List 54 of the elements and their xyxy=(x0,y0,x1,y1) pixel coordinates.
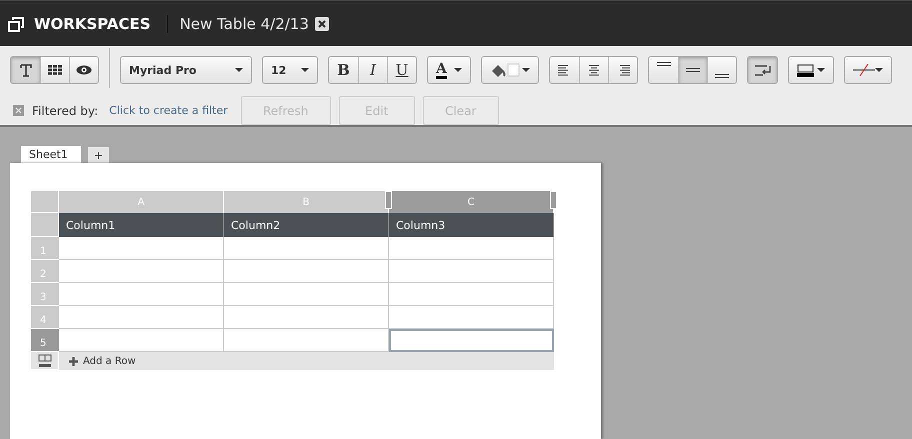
table-cell[interactable] xyxy=(224,283,389,306)
table-cell[interactable] xyxy=(224,260,389,283)
paint-bucket-icon xyxy=(490,62,520,78)
workspaces-title[interactable]: WORKSPACES xyxy=(34,14,168,32)
add-sheet-tab[interactable]: + xyxy=(88,147,110,163)
column-name-header[interactable]: Column3 xyxy=(389,213,554,237)
workspaces-icon[interactable] xyxy=(8,16,26,32)
sheet-tab[interactable]: Sheet1 xyxy=(21,146,81,163)
table-cell[interactable] xyxy=(59,237,224,260)
table-cell[interactable] xyxy=(59,283,224,306)
add-row-button[interactable]: Add a Row xyxy=(59,352,554,370)
text-color-dropdown[interactable]: A xyxy=(427,56,471,84)
table-cell[interactable] xyxy=(389,260,554,283)
text-mode-button[interactable] xyxy=(11,57,40,83)
no-border-dropdown[interactable] xyxy=(844,56,892,84)
font-size-dropdown[interactable]: 12 xyxy=(262,56,318,84)
grid-icon xyxy=(48,65,62,75)
table-cell[interactable] xyxy=(59,306,224,329)
table-cell[interactable] xyxy=(389,306,554,329)
insert-column-marker[interactable] xyxy=(385,191,392,209)
eye-icon xyxy=(76,65,92,75)
add-row-table-icon[interactable] xyxy=(38,354,52,368)
plus-icon xyxy=(69,356,78,366)
font-dropdown[interactable]: Myriad Pro xyxy=(120,56,252,84)
underline-button[interactable]: U xyxy=(387,57,416,83)
italic-button[interactable]: I xyxy=(358,57,387,83)
align-bottom-icon xyxy=(715,74,729,78)
border-icon xyxy=(797,64,814,76)
table-cell[interactable] xyxy=(389,283,554,306)
text-icon xyxy=(20,64,32,76)
table-cell[interactable] xyxy=(389,329,554,352)
table-cell[interactable] xyxy=(389,237,554,260)
align-top-icon xyxy=(656,62,670,66)
bold-button[interactable]: B xyxy=(329,57,358,83)
corner-header xyxy=(31,191,59,213)
align-center-icon xyxy=(587,64,601,76)
border-dropdown[interactable] xyxy=(788,56,834,84)
create-filter-link[interactable]: Click to create a filter xyxy=(109,104,228,117)
valign-middle-button[interactable] xyxy=(678,57,707,83)
strikethrough-line-icon xyxy=(853,64,875,76)
filter-label: Filtered by: xyxy=(32,104,98,118)
table-cell[interactable] xyxy=(224,237,389,260)
column-name-header[interactable]: Column1 xyxy=(59,213,224,237)
table-cell[interactable] xyxy=(59,260,224,283)
fill-color-dropdown[interactable] xyxy=(481,56,539,84)
corner-header xyxy=(31,213,59,237)
insert-column-marker[interactable] xyxy=(550,191,557,209)
close-icon[interactable] xyxy=(314,16,329,30)
table-cell[interactable] xyxy=(224,306,389,329)
align-middle-icon xyxy=(686,68,700,72)
clear-filter-icon[interactable] xyxy=(13,105,24,116)
document-title: New Table 4/2/13 xyxy=(180,14,309,32)
column-name-header[interactable]: Column2 xyxy=(224,213,389,237)
wrap-text-icon xyxy=(754,64,770,76)
